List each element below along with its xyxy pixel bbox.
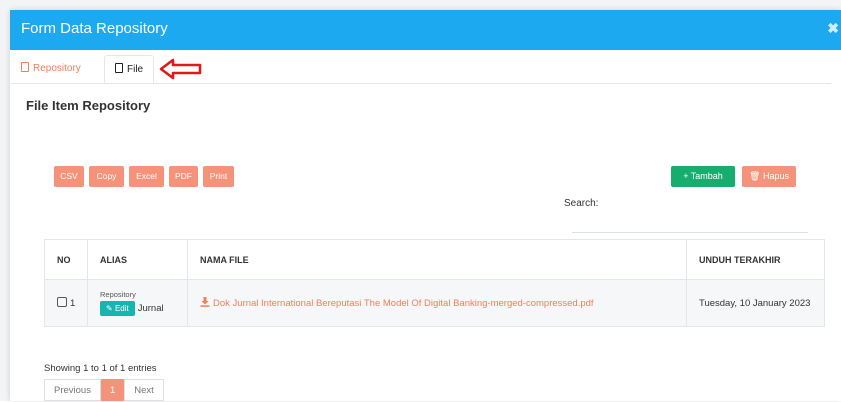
col-header-unduh-terakhir[interactable]: UNDUH TERAKHIR xyxy=(686,239,825,280)
tab-repository[interactable]: Repository xyxy=(11,55,91,82)
page-1-button[interactable]: 1 xyxy=(100,379,125,401)
col-header-nama-file[interactable]: NAMA FILE xyxy=(187,239,687,280)
tab-repository-label: Repository xyxy=(33,63,81,74)
close-icon[interactable]: ✖ xyxy=(827,20,839,37)
col-header-alias[interactable]: ALIAS xyxy=(87,239,188,280)
excel-button[interactable]: Excel xyxy=(129,166,164,187)
delete-button-label: Hapus xyxy=(762,171,789,181)
search-input[interactable] xyxy=(572,214,808,233)
edit-button-label: Edit xyxy=(114,304,129,313)
tab-file[interactable]: File xyxy=(104,55,155,83)
pencil-icon: ✎ xyxy=(106,304,113,313)
section-title: File Item Repository xyxy=(26,98,151,113)
edit-button[interactable]: ✎ Edit xyxy=(100,301,135,316)
calendar-icon xyxy=(21,62,29,72)
modal-title: Form Data Repository xyxy=(21,20,168,37)
alias-category: Repository xyxy=(100,290,136,299)
tab-bar: Repository File xyxy=(11,55,831,84)
cell-unduh-terakhir: Tuesday, 10 January 2023 xyxy=(686,279,825,327)
row-checkbox[interactable] xyxy=(57,297,67,307)
table-header-row: NO ALIAS NAMA FILE UNDUH TERAKHIR xyxy=(44,239,825,280)
download-icon xyxy=(200,297,210,307)
trash-icon: 🗑 xyxy=(749,171,761,181)
cell-nama-file: Dok Jurnal International Bereputasi The … xyxy=(187,279,687,327)
print-button[interactable]: Print xyxy=(203,166,234,187)
file-icon xyxy=(115,63,123,73)
previous-button[interactable]: Previous xyxy=(44,379,101,401)
left-arrow-icon xyxy=(159,58,202,80)
modal-header: Form Data Repository ✖ xyxy=(10,10,841,50)
table-row: 1 Repository ✎ Edit Jurnal Dok Jurnal In… xyxy=(44,279,825,327)
pdf-button[interactable]: PDF xyxy=(169,166,198,187)
csv-button[interactable]: CSV xyxy=(54,166,84,187)
row-number: 1 xyxy=(70,298,76,309)
search-label: Search: xyxy=(564,198,599,209)
copy-button[interactable]: Copy xyxy=(89,166,124,187)
file-link[interactable]: Dok Jurnal International Bereputasi The … xyxy=(213,298,594,309)
file-table: NO ALIAS NAMA FILE UNDUH TERAKHIR 1 Repo… xyxy=(44,239,825,327)
col-header-no[interactable]: NO xyxy=(44,239,88,280)
add-button[interactable]: + Tambah xyxy=(671,166,735,187)
cell-no: 1 xyxy=(44,279,88,327)
cell-alias: Repository ✎ Edit Jurnal xyxy=(87,279,188,327)
alias-name: Jurnal xyxy=(137,303,164,314)
entries-info: Showing 1 to 1 of 1 entries xyxy=(44,363,157,374)
pagination: Previous 1 Next xyxy=(44,379,164,401)
delete-button[interactable]: 🗑 Hapus xyxy=(742,166,796,187)
tab-file-label: File xyxy=(127,64,144,75)
next-button[interactable]: Next xyxy=(124,379,164,401)
